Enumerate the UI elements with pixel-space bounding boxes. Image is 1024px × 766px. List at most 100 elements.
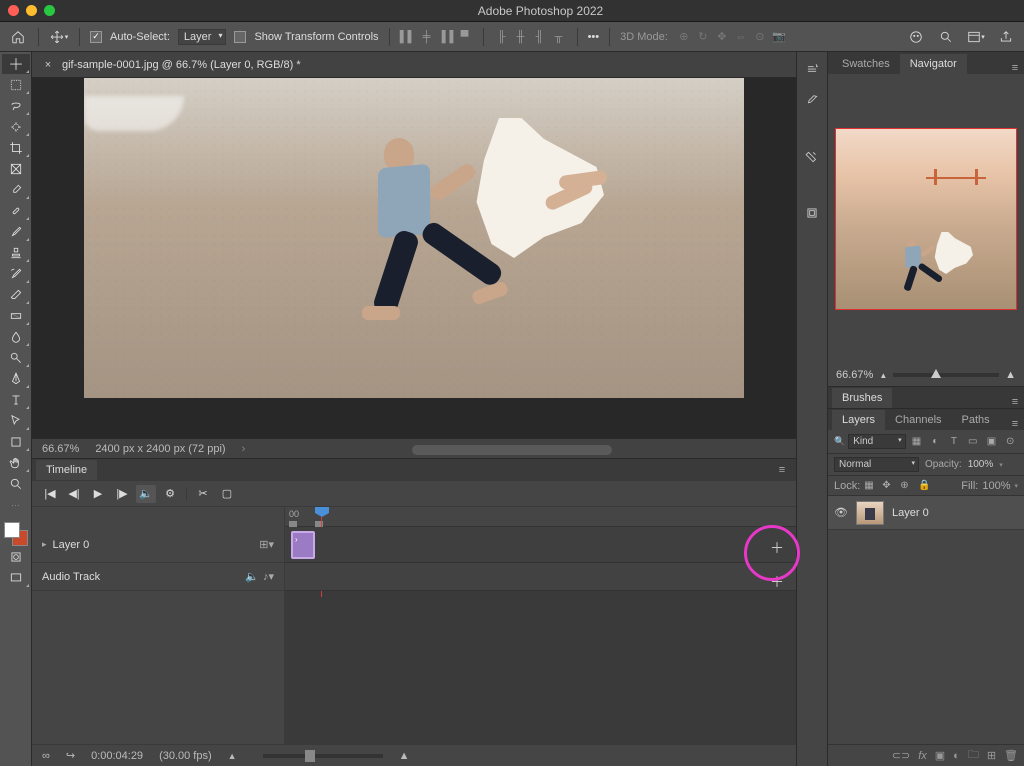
cloud-icon[interactable] bbox=[906, 27, 926, 47]
swatches-tab[interactable]: Swatches bbox=[832, 54, 900, 74]
marquee-tool[interactable] bbox=[2, 75, 30, 95]
align-right-icon[interactable]: ▐▐ bbox=[438, 30, 454, 44]
hand-tool[interactable] bbox=[2, 453, 30, 473]
navigator-tab[interactable]: Navigator bbox=[900, 54, 967, 74]
mute-icon[interactable]: 🔈 bbox=[136, 485, 156, 503]
filter-adjust-icon[interactable]: ◐ bbox=[927, 434, 943, 450]
link-layers-icon[interactable]: ⊂⊃ bbox=[892, 749, 910, 762]
panel-menu-icon[interactable]: ≡ bbox=[1006, 418, 1024, 430]
move-tool[interactable] bbox=[2, 54, 30, 74]
zoom-out-icon[interactable]: ▲ bbox=[879, 371, 887, 380]
layer-thumbnail[interactable] bbox=[856, 501, 884, 525]
show-transform-checkbox[interactable] bbox=[234, 31, 246, 43]
track-options-icon[interactable]: ⊞▾ bbox=[259, 538, 274, 551]
delete-layer-icon[interactable]: 🗑 bbox=[1004, 749, 1018, 762]
audio-track-row[interactable] bbox=[285, 563, 796, 591]
timeline-export-icon[interactable]: ↪ bbox=[66, 749, 75, 762]
adjustment-layer-icon[interactable]: ◐ bbox=[953, 750, 960, 762]
blend-mode-dropdown[interactable]: Normal bbox=[834, 457, 919, 472]
timeline-track-layer0[interactable]: ▸ Layer 0 ⊞▾ bbox=[32, 527, 284, 563]
paths-tab[interactable]: Paths bbox=[952, 410, 1000, 430]
minimize-window-button[interactable] bbox=[26, 5, 37, 16]
play-icon[interactable]: ▶ bbox=[88, 485, 108, 503]
share-icon[interactable] bbox=[996, 27, 1016, 47]
layer-row[interactable]: 👁 Layer 0 bbox=[828, 496, 1024, 530]
lock-position-icon[interactable]: ✥ bbox=[882, 480, 896, 491]
document-tab-title[interactable]: gif-sample-0001.jpg @ 66.7% (Layer 0, RG… bbox=[62, 59, 301, 71]
visibility-toggle-icon[interactable]: 👁 bbox=[834, 506, 848, 519]
close-window-button[interactable] bbox=[8, 5, 19, 16]
video-clip[interactable]: › bbox=[291, 531, 315, 559]
eraser-tool[interactable] bbox=[2, 285, 30, 305]
brushes-tab[interactable]: Brushes bbox=[832, 388, 892, 408]
quick-select-tool[interactable] bbox=[2, 117, 30, 137]
status-chevron-icon[interactable]: › bbox=[242, 443, 246, 455]
add-media-button[interactable]: ＋ bbox=[768, 539, 786, 557]
panel-menu-icon[interactable]: ≡ bbox=[1006, 396, 1024, 408]
timeline-tab[interactable]: Timeline bbox=[36, 460, 97, 480]
lock-all-icon[interactable]: 🔒 bbox=[918, 480, 932, 491]
history-panel-icon[interactable] bbox=[800, 58, 824, 80]
filter-shape-icon[interactable]: ▭ bbox=[965, 434, 981, 450]
gradient-tool[interactable] bbox=[2, 306, 30, 326]
lock-pixels-icon[interactable]: ▦ bbox=[864, 480, 878, 491]
timeline-ruler[interactable]: 00 bbox=[285, 507, 796, 527]
filter-smart-icon[interactable]: ▣ bbox=[984, 434, 1000, 450]
auto-select-dropdown[interactable]: Layer bbox=[178, 29, 227, 45]
align-center-h-icon[interactable]: ╪ bbox=[419, 30, 435, 44]
history-brush-tool[interactable] bbox=[2, 264, 30, 284]
timeline-tracks[interactable]: 00 › ＋ ＋ bbox=[285, 507, 796, 744]
prev-frame-icon[interactable]: ◀| bbox=[64, 485, 84, 503]
layers-tab[interactable]: Layers bbox=[832, 410, 885, 430]
adjustments-panel-icon[interactable] bbox=[800, 146, 824, 168]
layer-mask-icon[interactable]: ▣ bbox=[935, 749, 945, 762]
timeline-loop-icon[interactable]: ∞ bbox=[42, 750, 50, 762]
home-icon[interactable] bbox=[8, 27, 28, 47]
align-left-icon[interactable]: ▌▌ bbox=[400, 30, 416, 44]
navigator-zoom-slider[interactable] bbox=[893, 373, 999, 377]
panel-menu-icon[interactable]: ≡ bbox=[1006, 62, 1024, 74]
libraries-panel-icon[interactable] bbox=[800, 202, 824, 224]
foreground-color[interactable] bbox=[4, 522, 20, 538]
dist-3-icon[interactable]: ╢ bbox=[532, 30, 548, 44]
audio-options-icon[interactable]: ♪▾ bbox=[263, 570, 274, 583]
blur-tool[interactable] bbox=[2, 327, 30, 347]
channels-tab[interactable]: Channels bbox=[885, 410, 951, 430]
document-dimensions[interactable]: 2400 px x 2400 px (72 ppi) bbox=[95, 443, 225, 455]
frame-tool[interactable] bbox=[2, 159, 30, 179]
zoom-in-icon[interactable]: ▲ bbox=[399, 750, 410, 762]
expand-track-icon[interactable]: ▸ bbox=[42, 539, 47, 550]
brush-tool[interactable] bbox=[2, 222, 30, 242]
filter-type-icon[interactable]: T bbox=[946, 434, 962, 450]
audio-mute-icon[interactable]: 🔈 bbox=[245, 570, 259, 583]
workspace-switcher-icon[interactable]: ▾ bbox=[966, 27, 986, 47]
video-track-row[interactable]: › bbox=[285, 527, 796, 563]
filter-pixel-icon[interactable]: ▦ bbox=[909, 434, 925, 450]
color-swatches[interactable] bbox=[4, 522, 28, 546]
dodge-tool[interactable] bbox=[2, 348, 30, 368]
zoom-in-icon[interactable]: ▲ bbox=[1005, 369, 1016, 381]
pen-tool[interactable] bbox=[2, 369, 30, 389]
transition-icon[interactable]: ▢ bbox=[217, 485, 237, 503]
screen-mode-tool[interactable] bbox=[2, 568, 30, 588]
timeline-settings-icon[interactable]: ⚙ bbox=[160, 485, 180, 503]
zoom-out-icon[interactable]: ▲ bbox=[228, 751, 237, 761]
path-select-tool[interactable] bbox=[2, 411, 30, 431]
crop-tool[interactable] bbox=[2, 138, 30, 158]
layer-group-icon[interactable]: 🗀 bbox=[968, 746, 979, 765]
timeline-zoom-slider[interactable] bbox=[263, 754, 383, 758]
panel-menu-icon[interactable]: ≡ bbox=[772, 464, 792, 476]
type-tool[interactable] bbox=[2, 390, 30, 410]
go-to-first-frame-icon[interactable]: |◀ bbox=[40, 485, 60, 503]
lock-artboard-icon[interactable]: ⊕ bbox=[900, 480, 914, 491]
dist-1-icon[interactable]: ╟ bbox=[494, 30, 510, 44]
new-layer-icon[interactable]: ⊞ bbox=[987, 749, 996, 762]
split-clip-icon[interactable]: ✂ bbox=[193, 485, 213, 503]
dist-4-icon[interactable]: ╥ bbox=[551, 30, 567, 44]
layer-filter-dropdown[interactable]: Kind bbox=[848, 434, 905, 449]
navigator-preview[interactable] bbox=[835, 128, 1017, 310]
align-top-icon[interactable]: ▀ bbox=[457, 30, 473, 44]
heal-tool[interactable] bbox=[2, 201, 30, 221]
maximize-window-button[interactable] bbox=[44, 5, 55, 16]
lasso-tool[interactable] bbox=[2, 96, 30, 116]
